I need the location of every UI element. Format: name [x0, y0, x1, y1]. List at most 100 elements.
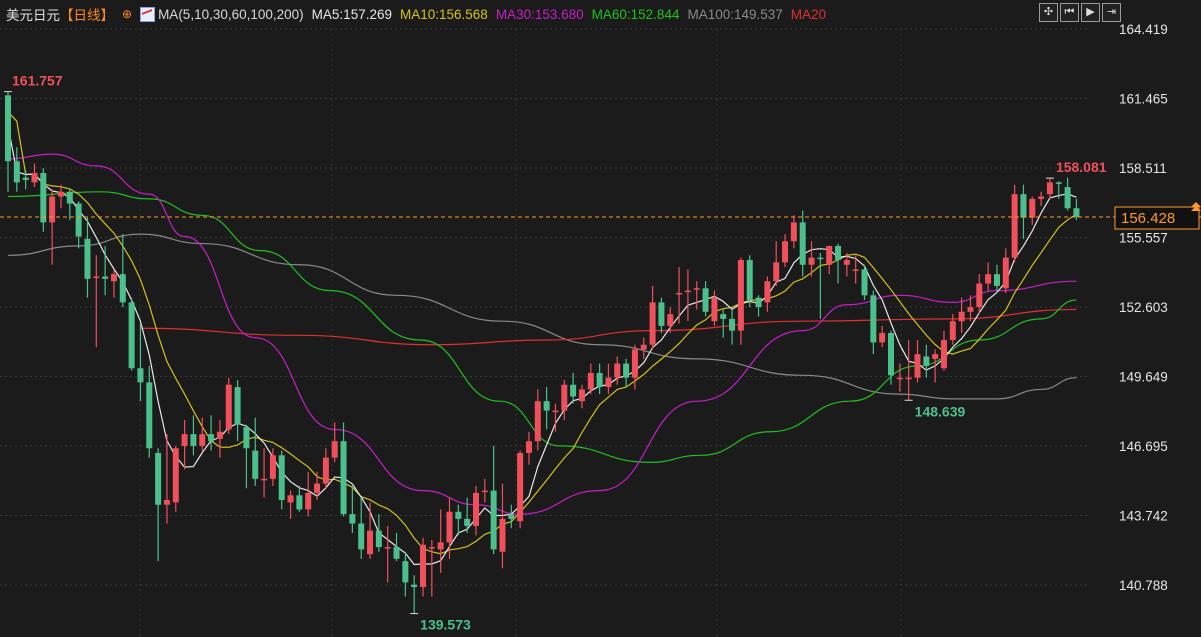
candle[interactable] [667, 307, 674, 333]
candle[interactable] [102, 245, 109, 296]
candle[interactable] [128, 297, 135, 371]
candle[interactable] [40, 168, 47, 232]
candle[interactable] [93, 255, 100, 348]
candle[interactable] [110, 269, 117, 298]
candle[interactable] [905, 340, 912, 401]
candle[interactable] [314, 471, 321, 501]
candle[interactable] [287, 490, 294, 519]
candle[interactable] [693, 281, 700, 310]
candle[interactable] [614, 356, 621, 385]
candle[interactable] [358, 497, 365, 559]
candle[interactable] [243, 424, 250, 489]
candle[interactable] [729, 309, 736, 345]
candle[interactable] [340, 422, 347, 517]
candlestick-chart[interactable]: 164.419 161.465 158.511 155.557 152.603 149.6… [0, 0, 1201, 637]
candle[interactable] [570, 372, 577, 404]
candle[interactable] [870, 290, 877, 355]
candle[interactable] [755, 295, 762, 317]
candle[interactable] [1020, 184, 1027, 239]
candle[interactable] [702, 281, 709, 317]
candle[interactable] [216, 420, 223, 458]
candle[interactable] [428, 540, 435, 597]
candle[interactable] [773, 241, 780, 286]
candle[interactable] [234, 380, 241, 442]
candle[interactable] [932, 349, 939, 383]
candle[interactable] [322, 448, 329, 489]
candle[interactable] [896, 363, 903, 392]
candle[interactable] [914, 340, 921, 383]
candle[interactable] [208, 415, 215, 451]
candle[interactable] [190, 415, 197, 456]
candle[interactable] [525, 431, 532, 465]
candle[interactable] [13, 147, 20, 192]
candle[interactable] [490, 445, 497, 555]
candle[interactable] [534, 389, 541, 451]
candle[interactable] [605, 363, 612, 395]
candle[interactable] [146, 365, 153, 458]
candle[interactable] [737, 257, 744, 345]
candle[interactable] [764, 276, 771, 312]
candle[interactable] [305, 471, 312, 517]
candle[interactable] [137, 323, 144, 402]
candle[interactable] [879, 325, 886, 348]
candle[interactable] [852, 255, 859, 284]
candle[interactable] [181, 420, 188, 470]
candle[interactable] [1046, 178, 1053, 199]
candle[interactable] [393, 532, 400, 562]
candle[interactable] [420, 537, 427, 597]
candle[interactable] [163, 434, 170, 524]
candle[interactable] [993, 264, 1000, 293]
candle[interactable] [481, 478, 488, 503]
candle[interactable] [31, 163, 38, 188]
candle[interactable] [826, 245, 833, 275]
candle[interactable] [640, 337, 647, 359]
candle[interactable] [976, 274, 983, 315]
candle[interactable] [252, 417, 259, 486]
candle[interactable] [384, 525, 391, 583]
candle[interactable] [472, 485, 479, 536]
candle[interactable] [658, 297, 665, 333]
candle[interactable] [799, 210, 806, 277]
candle[interactable] [66, 189, 73, 221]
candle[interactable] [155, 448, 162, 562]
candle[interactable] [1011, 184, 1018, 263]
candle[interactable] [455, 504, 462, 536]
candle[interactable] [49, 189, 56, 265]
candle[interactable] [508, 504, 515, 529]
candle[interactable] [296, 485, 303, 512]
candle[interactable] [278, 450, 285, 510]
candle[interactable] [437, 509, 444, 573]
candle[interactable] [367, 502, 374, 559]
candle[interactable] [578, 384, 585, 409]
candle[interactable] [499, 483, 506, 569]
candle[interactable] [923, 344, 930, 378]
candle[interactable] [331, 422, 338, 463]
candle[interactable] [225, 377, 232, 435]
candle[interactable] [985, 262, 992, 291]
candle[interactable] [958, 297, 965, 333]
candle[interactable] [1002, 248, 1009, 293]
candle[interactable] [84, 217, 91, 298]
candle[interactable] [375, 514, 382, 552]
candle[interactable] [411, 575, 418, 614]
candle[interactable] [402, 551, 409, 597]
candle[interactable] [676, 267, 683, 324]
candle[interactable] [861, 264, 868, 301]
candle[interactable] [790, 215, 797, 249]
candle[interactable] [172, 445, 179, 512]
candle[interactable] [1038, 191, 1045, 206]
candle[interactable] [517, 450, 524, 529]
candle[interactable] [1029, 196, 1036, 225]
candle[interactable] [746, 255, 753, 308]
candle[interactable] [817, 252, 824, 319]
candle[interactable] [684, 269, 691, 322]
candle[interactable] [782, 234, 789, 268]
candle[interactable] [349, 485, 356, 533]
candle[interactable] [75, 201, 82, 249]
candle[interactable] [888, 330, 894, 385]
candle[interactable] [1064, 177, 1071, 211]
candle[interactable] [543, 387, 550, 430]
candle[interactable] [596, 363, 603, 395]
candle[interactable] [835, 243, 842, 284]
candle[interactable] [720, 309, 727, 338]
